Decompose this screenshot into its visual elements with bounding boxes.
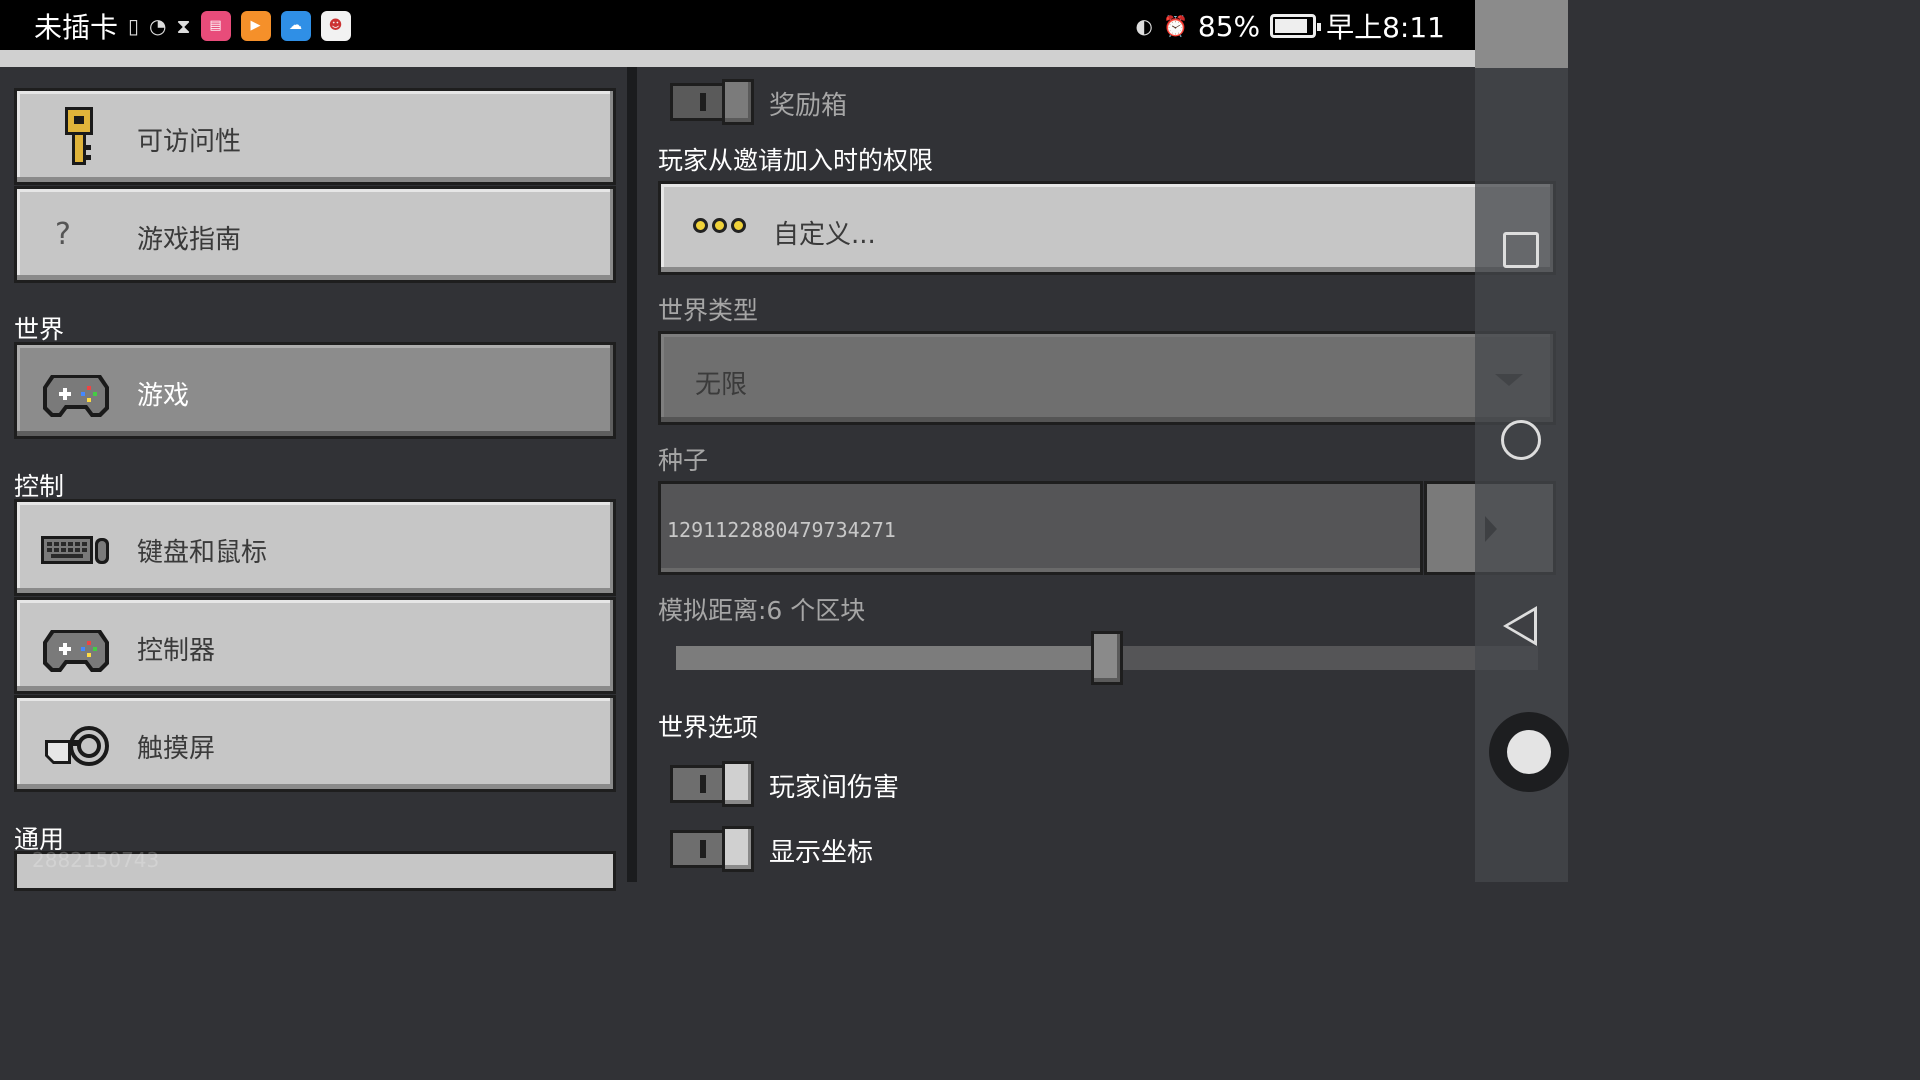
pvp-toggle[interactable]: [670, 761, 754, 807]
sim-distance-slider[interactable]: [676, 631, 1538, 685]
hourglass-icon: ⧗: [176, 14, 191, 38]
keyboard-mouse-icon: [41, 536, 109, 564]
world-type-dropdown[interactable]: 无限: [658, 331, 1556, 425]
status-bar-left: 未插卡 ▯ ◔ ⧗ ▤ ▶ ☁ ☻: [34, 6, 351, 46]
system-nav-bar: [1475, 0, 1569, 882]
world-type-value: 无限: [695, 370, 748, 400]
sidebar-item-how-to-play[interactable]: ? 游戏指南: [14, 186, 616, 283]
invite-permission-label: 玩家从邀请加入时的权限: [658, 146, 934, 175]
sidebar-item-label: 键盘和鼠标: [137, 538, 268, 568]
sidebar-item-accessibility[interactable]: 可访问性: [14, 88, 616, 185]
back-button[interactable]: [1503, 606, 1537, 646]
bilibili-app-icon: ▤: [200, 11, 231, 41]
sim-icon: ▯: [128, 14, 140, 38]
slider-thumb[interactable]: [1091, 631, 1123, 685]
home-button[interactable]: [1501, 420, 1541, 460]
touch-hand-icon: [45, 726, 109, 766]
sidebar-item-label: 触摸屏: [137, 734, 216, 764]
alarm-icon: ⏰: [1162, 14, 1188, 38]
pvp-label: 玩家间伤害: [769, 773, 900, 803]
watermark-text: 2882150743: [32, 848, 160, 872]
game-settings-panel: 奖励箱 玩家从邀请加入时的权限 自定义... 世界类型 无限 种子 129112…: [637, 67, 1556, 882]
slider-fill: [676, 646, 1107, 670]
key-icon: [65, 107, 93, 165]
show-coordinates-label: 显示坐标: [769, 838, 874, 868]
floating-assistive-button[interactable]: [1489, 712, 1569, 792]
battery-icon: [1270, 14, 1322, 38]
bonus-chest-label: 奖励箱: [769, 91, 848, 121]
seed-label: 种子: [658, 446, 709, 475]
clock: 早上8:11: [1326, 11, 1445, 44]
invite-permission-value: 自定义...: [773, 220, 876, 250]
gamepad-icon: [43, 375, 109, 417]
section-world-label: 世界: [14, 315, 65, 344]
show-coordinates-toggle[interactable]: [670, 826, 754, 872]
sidebar-item-label: 游戏指南: [137, 225, 242, 255]
sidebar-item-label: 游戏: [137, 381, 190, 411]
status-bar-right: ◐ ⏰ 85% 早上8:11: [1136, 6, 1445, 46]
seed-input[interactable]: 1291122880479734271: [658, 481, 1423, 575]
world-type-label: 世界类型: [658, 296, 759, 325]
data-saver-icon: ◐: [1135, 14, 1153, 38]
sidebar-item-game[interactable]: 游戏: [14, 342, 616, 439]
nav-top-strip: [1475, 0, 1568, 68]
section-controls-label: 控制: [14, 472, 65, 501]
header-strip: [0, 50, 1475, 67]
bonus-chest-toggle[interactable]: [670, 79, 754, 125]
monkey-app-icon: ☻: [320, 11, 351, 41]
sidebar-item-touchscreen[interactable]: 触摸屏: [14, 695, 616, 792]
sidebar-item-label: 可访问性: [137, 127, 242, 157]
battery-percent: 85%: [1197, 9, 1261, 43]
carrier-text: 未插卡: [34, 11, 119, 44]
seed-value: 1291122880479734271: [667, 518, 896, 542]
world-options-label: 世界选项: [658, 713, 759, 742]
wifi-icon: ◔: [149, 14, 167, 38]
video-app-icon: ▶: [240, 11, 271, 41]
sidebar-item-controller[interactable]: 控制器: [14, 597, 616, 694]
invite-permission-dropdown[interactable]: 自定义...: [658, 181, 1556, 275]
question-icon: ?: [55, 217, 71, 252]
sidebar-item-label: 控制器: [137, 636, 216, 666]
weather-app-icon: ☁: [280, 11, 311, 41]
sim-distance-label: 模拟距离:6 个区块: [658, 596, 866, 625]
sidebar-item-keyboard-mouse[interactable]: 键盘和鼠标: [14, 499, 616, 596]
custom-permission-icon: [693, 218, 746, 233]
panel-divider: [627, 67, 637, 882]
status-bar: 未插卡 ▯ ◔ ⧗ ▤ ▶ ☁ ☻ ◐ ⏰ 85% 早上8:11: [0, 0, 1475, 50]
recents-button[interactable]: [1503, 232, 1539, 268]
gamepad-icon: [43, 630, 109, 672]
